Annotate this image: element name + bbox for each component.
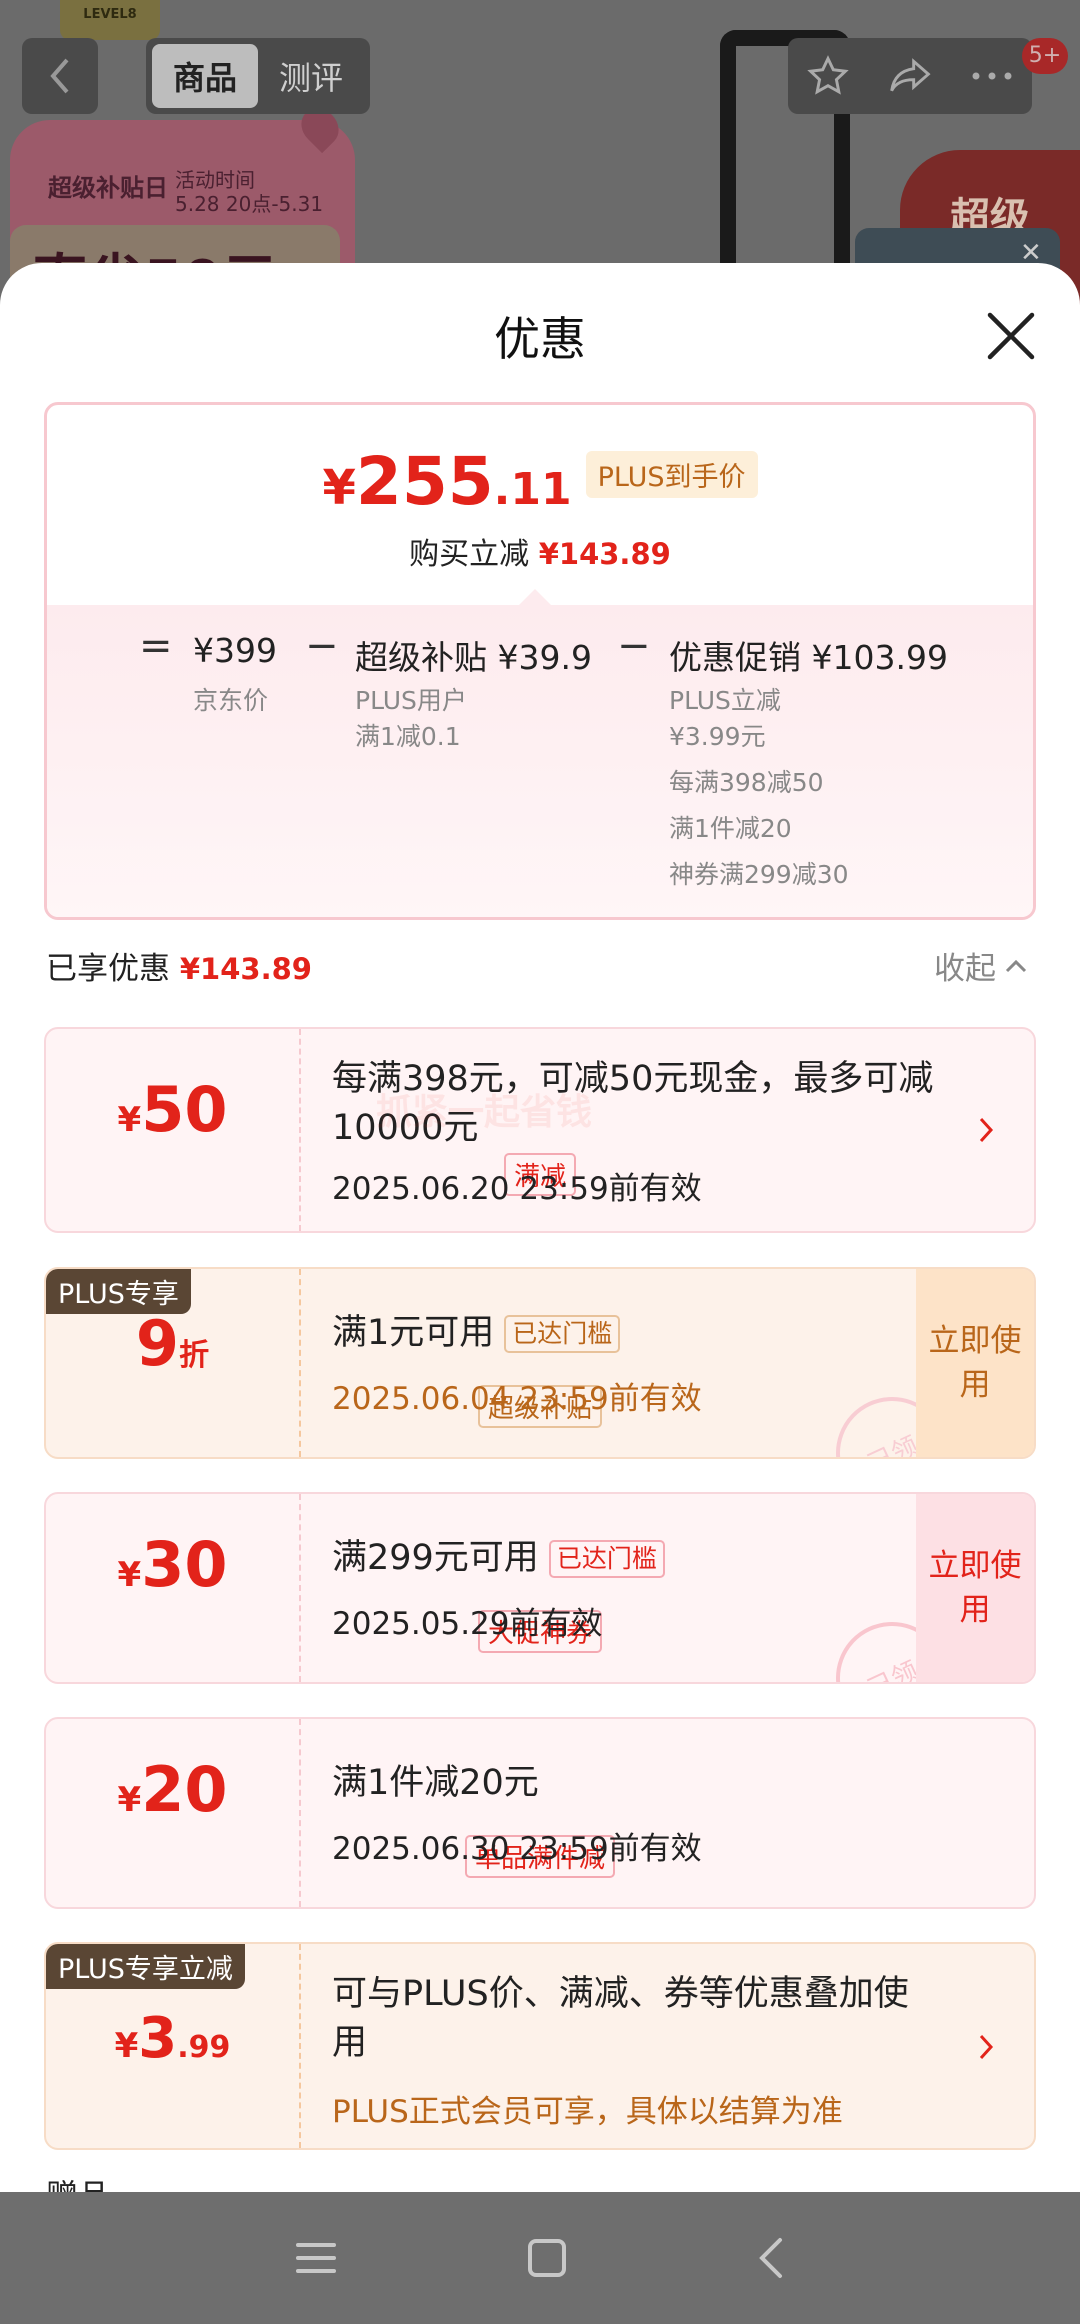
coupon-item-reduction: ¥20 单品满件减 满1件减20元 2025.06.30 23:59前有效 xyxy=(44,1717,1036,1909)
top-actions xyxy=(788,38,1032,114)
minus-sign: − xyxy=(305,623,339,669)
coupon-watermark: 抓紧一起省钱 xyxy=(376,1092,593,1133)
final-price-int: 255 xyxy=(355,443,494,520)
chevron-up-icon xyxy=(1005,959,1027,972)
sheet-title: 优惠 xyxy=(494,312,586,366)
coupon-amount: 9折 xyxy=(135,1307,210,1380)
share-icon[interactable] xyxy=(886,54,934,98)
promo-sub: 神券满299减30 xyxy=(669,860,849,889)
coupon-description: 满1元可用 已达门槛 xyxy=(332,1309,621,1358)
chevron-right-icon xyxy=(979,2034,994,2060)
final-price-currency: ¥ xyxy=(322,460,356,516)
use-now-button[interactable]: 立即使用 xyxy=(916,1269,1034,1457)
back-nav-icon[interactable] xyxy=(756,2236,786,2280)
close-icon[interactable] xyxy=(984,309,1038,363)
notification-badge: 5+ xyxy=(1022,38,1068,74)
tab-product[interactable]: 商品 xyxy=(152,44,258,108)
subsidy-sub2: 满1减0.1 xyxy=(355,722,461,751)
coupon-description: 满299元可用 已达门槛 xyxy=(332,1534,665,1583)
coupon-description: 可与PLUS价、满减、券等优惠叠加使用 xyxy=(332,1974,909,2063)
coupon-divider xyxy=(299,1494,301,1682)
coupon-divider xyxy=(299,1719,301,1907)
star-icon[interactable] xyxy=(806,54,850,98)
promo-sub: 每满398减50 xyxy=(669,768,824,797)
enjoyed-amount: ¥143.89 xyxy=(179,952,312,986)
final-price: ¥ 255 .11 PLUS到手价 xyxy=(47,443,1033,520)
promo-amount: 优惠促销 ¥103.99 xyxy=(669,638,948,677)
home-icon[interactable] xyxy=(526,2237,568,2279)
coupon-divider xyxy=(299,1269,301,1457)
level-badge: LEVEL8 xyxy=(60,0,160,40)
gift-section-label: 赠品 xyxy=(46,2171,110,2193)
plus-exclusive-corner: PLUS专享立减 xyxy=(46,1944,245,1989)
plus-price-tag: PLUS到手价 xyxy=(585,451,758,498)
price-breakdown: = ¥399 京东价 − 超级补贴 ¥39.9 PLUS用户 满1减0.1 − … xyxy=(47,589,1033,917)
price-summary-card: ¥ 255 .11 PLUS到手价 购买立减 ¥143.89 = ¥399 京东… xyxy=(44,402,1036,920)
coupon-validity: 2025.06.30 23:59前有效 xyxy=(332,1831,702,1867)
chevron-left-icon xyxy=(50,58,69,94)
enjoyed-label: 已享优惠 xyxy=(46,951,170,987)
reduce-row: 购买立减 ¥143.89 xyxy=(47,529,1033,573)
collapse-label: 收起 xyxy=(934,951,996,987)
coupon-amount: ¥30 xyxy=(117,1528,228,1601)
collapse-button[interactable]: 收起 xyxy=(934,943,1028,988)
coupon-amount: ¥50 xyxy=(117,1073,228,1146)
jd-price-label: 京东价 xyxy=(193,686,269,715)
coupon-divider xyxy=(299,1944,301,2148)
coupon-amount: ¥20 xyxy=(117,1753,228,1826)
jd-price: ¥399 xyxy=(193,631,277,670)
coupon-full-reduction[interactable]: ¥50 满减 每满398元，可减50元现金，最多可减10000元 抓紧一起省钱 … xyxy=(44,1027,1036,1233)
menu-icon[interactable] xyxy=(294,2238,338,2278)
coupon-subtext: PLUS正式会员可享，具体以结算为准 xyxy=(332,2094,843,2130)
coupon-description: 满1件减20元 xyxy=(332,1763,539,1803)
final-price-dec: .11 xyxy=(493,464,572,515)
more-icon[interactable] xyxy=(970,70,1014,82)
promo-time: 活动时间 5.28 20点-5.31 xyxy=(175,168,324,216)
reduce-amount: ¥143.89 xyxy=(538,537,671,571)
subsidy-sub1: PLUS用户 xyxy=(355,686,467,715)
minus-sign: − xyxy=(617,623,651,669)
coupon-amount: ¥3.99 xyxy=(114,2006,231,2071)
promo-title: 超级补贴日 xyxy=(48,174,168,202)
chevron-right-icon xyxy=(979,1117,994,1143)
equals-sign: = xyxy=(139,623,173,669)
coupon-mega-sale: ¥30 大促神券 满299元可用 已达门槛 2025.05.29前有效 已领 立即… xyxy=(44,1492,1036,1684)
reduce-label: 购买立减 xyxy=(409,537,530,572)
discount-sheet: 优惠 ¥ 255 .11 PLUS到手价 购买立减 ¥143.89 = ¥399… xyxy=(0,263,1080,2193)
coupon-plus-discount: PLUS专享 9折 超级补贴 满1元可用 已达门槛 2025.06.04 23:5… xyxy=(44,1267,1036,1459)
coupon-validity: 2025.05.29前有效 xyxy=(332,1606,603,1642)
threshold-met-tag: 已达门槛 xyxy=(504,1315,621,1353)
promo-sub: ¥3.99元 xyxy=(669,722,766,751)
enjoyed-discount: 已享优惠 ¥143.89 xyxy=(46,943,312,988)
breakdown-pointer xyxy=(519,589,551,605)
threshold-met-tag: 已达门槛 xyxy=(548,1540,665,1578)
page-tabs: 商品 测评 xyxy=(146,38,370,114)
coupon-divider xyxy=(299,1029,301,1231)
system-navigation-bar xyxy=(0,2192,1080,2324)
subsidy-amount: 超级补贴 ¥39.9 xyxy=(355,638,592,677)
tab-review[interactable]: 测评 xyxy=(258,44,364,108)
use-now-button[interactable]: 立即使用 xyxy=(916,1494,1034,1682)
promo-sub: 满1件减20 xyxy=(669,814,792,843)
back-button[interactable] xyxy=(22,38,98,114)
coupon-validity: 2025.06.04 23:59前有效 xyxy=(332,1381,702,1417)
coupon-plus-instant-reduction[interactable]: PLUS专享立减 ¥3.99 可与PLUS价、满减、券等优惠叠加使用 PLUS正… xyxy=(44,1942,1036,2150)
coupon-validity: 2025.06.20 23:59前有效 xyxy=(332,1171,702,1207)
promo-sub: PLUS立减 xyxy=(669,686,781,715)
